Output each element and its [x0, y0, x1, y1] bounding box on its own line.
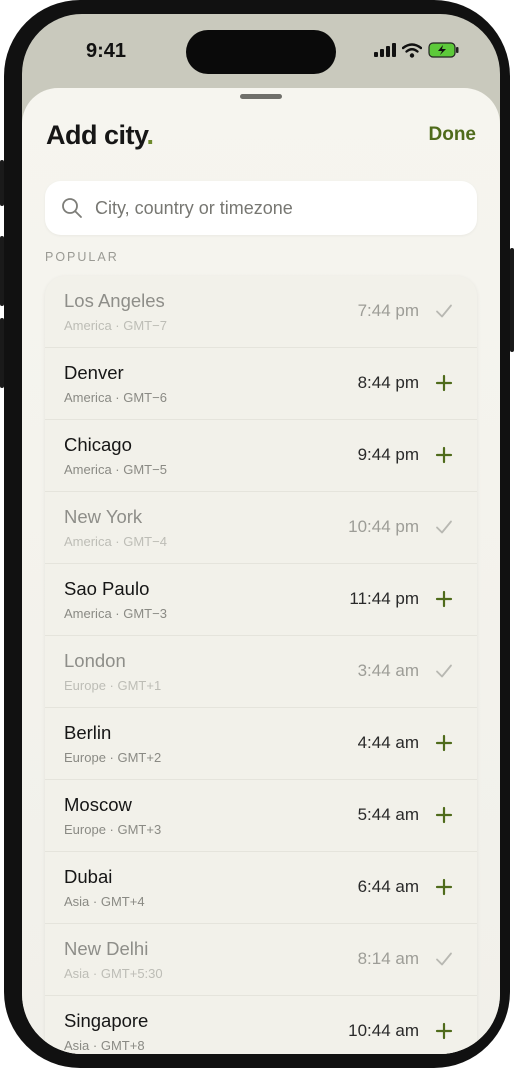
battery-charging-icon [428, 42, 459, 58]
city-name: Singapore [64, 1010, 149, 1031]
city-row[interactable]: Chicago America · GMT−5 9:44 pm [45, 420, 477, 492]
city-region: Asia · GMT+5:30 [64, 966, 163, 981]
city-region: Europe · GMT+2 [64, 750, 162, 765]
checkmark-icon [436, 664, 452, 678]
city-row[interactable]: Los Angeles America · GMT−7 7:44 pm [45, 276, 477, 348]
screen: 9:41 Add city. Done City, country or tim… [22, 14, 500, 1054]
city-region: Asia · GMT+8 [64, 1038, 145, 1053]
add-city-plus-icon[interactable] [435, 878, 453, 896]
city-row[interactable]: Moscow Europe · GMT+3 5:44 am [45, 780, 477, 852]
city-region: America · GMT−3 [64, 606, 167, 621]
city-local-time: 11:44 pm [349, 589, 419, 608]
checkmark-icon [436, 952, 452, 966]
power-button [510, 248, 514, 352]
checkmark-icon [436, 520, 452, 534]
city-row[interactable]: New Delhi Asia · GMT+5:30 8:14 am [45, 924, 477, 996]
city-local-time: 10:44 pm [348, 517, 419, 536]
city-row[interactable]: Sao Paulo America · GMT−3 11:44 pm [45, 564, 477, 636]
city-region: Europe · GMT+3 [64, 822, 162, 837]
city-name: Denver [64, 362, 124, 383]
city-row[interactable]: Dubai Asia · GMT+4 6:44 am [45, 852, 477, 924]
city-local-time: 8:44 pm [357, 373, 419, 392]
city-row[interactable]: London Europe · GMT+1 3:44 am [45, 636, 477, 708]
city-name: New York [64, 506, 143, 527]
add-city-sheet: Add city. Done POPULAR Los Angeles Americ… [22, 88, 500, 1054]
done-button[interactable]: Done [429, 124, 477, 146]
section-label-popular: POPULAR [45, 250, 119, 264]
status-bar: 9:41 [22, 14, 500, 94]
city-list: Los Angeles America · GMT−7 7:44 pm Denver A… [45, 276, 477, 1054]
city-local-time: 3:44 am [357, 661, 419, 680]
volume-down-button [0, 318, 4, 388]
dynamic-island [186, 30, 336, 74]
search-icon [62, 198, 82, 218]
add-city-plus-icon[interactable] [435, 590, 453, 608]
add-city-plus-icon[interactable] [435, 806, 453, 824]
city-name: Berlin [64, 722, 112, 743]
city-region: America · GMT−6 [64, 390, 167, 405]
add-city-plus-icon[interactable] [435, 734, 453, 752]
cellular-signal-icon [374, 43, 396, 57]
volume-up-button [0, 236, 4, 306]
city-name: New Delhi [64, 938, 149, 959]
search-field[interactable] [45, 181, 477, 235]
page-title-text: Add city [46, 120, 147, 150]
city-local-time: 5:44 am [357, 805, 419, 824]
city-row[interactable]: New York America · GMT−4 10:44 pm [45, 492, 477, 564]
city-name: Dubai [64, 866, 113, 887]
status-icons [374, 42, 460, 58]
city-row[interactable]: Berlin Europe · GMT+2 4:44 am [45, 708, 477, 780]
search-input[interactable] [93, 196, 457, 220]
city-region: Europe · GMT+1 [64, 678, 162, 693]
checkmark-icon [436, 304, 452, 318]
page-title: Add city. [46, 120, 154, 151]
status-time: 9:41 [86, 40, 127, 62]
city-local-time: 4:44 am [357, 733, 419, 752]
title-accent-dot: . [146, 120, 155, 150]
city-name: Sao Paulo [64, 578, 150, 599]
city-region: America · GMT−4 [64, 534, 167, 549]
add-city-plus-icon[interactable] [435, 446, 453, 464]
city-local-time: 8:14 am [357, 949, 419, 968]
add-city-plus-icon[interactable] [435, 1022, 453, 1040]
action-button [0, 160, 4, 206]
city-local-time: 6:44 am [357, 877, 419, 896]
sheet-grabber[interactable] [240, 94, 282, 99]
city-region: America · GMT−7 [64, 318, 167, 333]
city-row[interactable]: Denver America · GMT−6 8:44 pm [45, 348, 477, 420]
city-local-time: 7:44 pm [357, 301, 419, 320]
city-row[interactable]: Singapore Asia · GMT+8 10:44 am [45, 996, 477, 1054]
city-local-time: 9:44 pm [357, 445, 419, 464]
city-region: America · GMT−5 [64, 462, 167, 477]
city-name: Moscow [64, 794, 132, 815]
city-name: Los Angeles [64, 290, 165, 311]
city-name: London [64, 650, 126, 671]
wifi-icon [402, 42, 422, 58]
city-name: Chicago [64, 434, 132, 455]
city-region: Asia · GMT+4 [64, 894, 145, 909]
city-local-time: 10:44 am [348, 1021, 419, 1040]
phone-frame: 9:41 Add city. Done City, country or tim… [0, 0, 514, 1068]
add-city-plus-icon[interactable] [435, 374, 453, 392]
